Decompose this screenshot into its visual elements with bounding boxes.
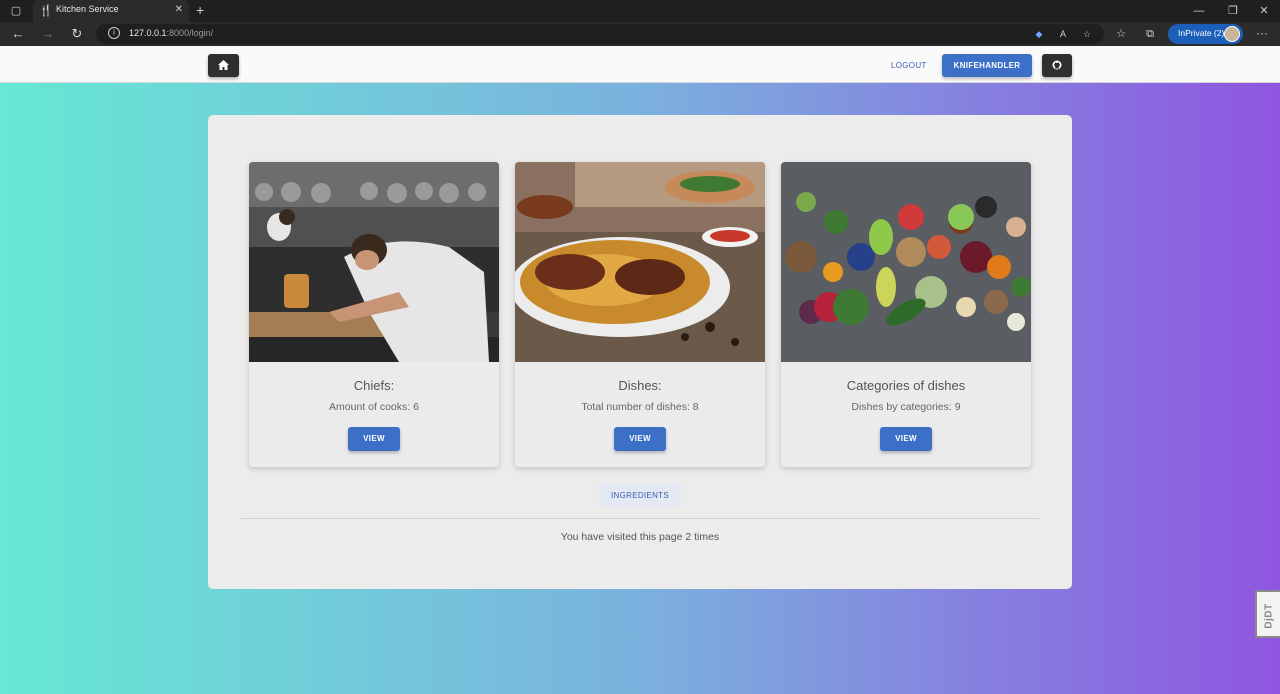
refresh-icon[interactable]: ↻ bbox=[69, 26, 85, 42]
fork-knife-icon: 🍴 bbox=[39, 5, 53, 17]
home-button[interactable] bbox=[208, 54, 239, 77]
main-panel: Chiefs: Amount of cooks: 6 VIEW Dishes: … bbox=[208, 115, 1072, 589]
chiefs-card: Chiefs: Amount of cooks: 6 VIEW bbox=[249, 162, 499, 467]
view-chiefs-button[interactable]: VIEW bbox=[348, 427, 400, 451]
debug-toolbar-handle[interactable]: DjDT bbox=[1255, 590, 1280, 638]
card-title: Categories of dishes bbox=[846, 378, 966, 393]
favorites-icon[interactable]: ☆ bbox=[1113, 26, 1129, 42]
avatar bbox=[1224, 26, 1240, 42]
divider bbox=[241, 518, 1039, 519]
github-button[interactable] bbox=[1042, 54, 1072, 77]
github-icon bbox=[1052, 60, 1062, 70]
tab-close-icon[interactable]: ✕ bbox=[175, 4, 183, 15]
new-tab-icon[interactable]: + bbox=[196, 2, 204, 18]
card-title: Chiefs: bbox=[353, 378, 395, 393]
card-text: Total number of dishes: 8 bbox=[581, 401, 699, 413]
minimize-icon[interactable]: — bbox=[1192, 3, 1206, 19]
browser-tab[interactable]: 🍴 Kitchen Service ✕ bbox=[33, 0, 189, 22]
vegetables-image bbox=[781, 162, 1031, 362]
back-icon[interactable]: ← bbox=[10, 26, 26, 42]
view-categories-button[interactable]: VIEW bbox=[880, 427, 932, 451]
tag-icon[interactable]: ◆ bbox=[1033, 28, 1045, 40]
more-options-icon[interactable]: ··· bbox=[1254, 26, 1270, 42]
card-title: Dishes: bbox=[618, 378, 662, 393]
card-text: Amount of cooks: 6 bbox=[329, 401, 419, 413]
url-text[interactable]: 127.0.0.1:8000/login/ bbox=[129, 28, 213, 38]
forward-icon[interactable]: → bbox=[40, 26, 56, 42]
address-bar[interactable]: i 127.0.0.1:8000/login/ ◆ A ☆ bbox=[96, 24, 1104, 44]
ingredients-button[interactable]: INGREDIENTS bbox=[599, 484, 681, 507]
card-text: Dishes by categories: 9 bbox=[851, 401, 961, 413]
browser-toolbar: ← → ↻ i 127.0.0.1:8000/login/ ◆ A ☆ ☆ ⧉ … bbox=[0, 22, 1280, 46]
close-window-icon[interactable]: ✕ bbox=[1257, 3, 1271, 19]
restore-icon[interactable]: ❐ bbox=[1226, 3, 1240, 19]
debug-toolbar-label: DjDT bbox=[1263, 603, 1275, 629]
dishes-card: Dishes: Total number of dishes: 8 VIEW bbox=[515, 162, 765, 467]
username-button[interactable]: KNIFEHANDLER bbox=[942, 54, 1032, 77]
home-icon bbox=[218, 60, 229, 70]
categories-card: Categories of dishes Dishes by categorie… bbox=[781, 162, 1031, 467]
page-background: LOGOUT KNIFEHANDLER Chiefs: Amount of co… bbox=[0, 46, 1280, 694]
logout-link[interactable]: LOGOUT bbox=[891, 61, 927, 70]
inprivate-label: InPrivate (2) bbox=[1178, 28, 1225, 38]
tab-actions-icon[interactable]: ▢ bbox=[8, 3, 24, 19]
inprivate-badge[interactable]: InPrivate (2) bbox=[1168, 24, 1243, 44]
site-info-icon[interactable]: i bbox=[108, 27, 120, 39]
tab-title: Kitchen Service bbox=[56, 4, 119, 14]
top-navbar: LOGOUT KNIFEHANDLER bbox=[0, 46, 1280, 83]
collections-icon[interactable]: ⧉ bbox=[1142, 26, 1158, 42]
view-dishes-button[interactable]: VIEW bbox=[614, 427, 666, 451]
visit-counter: You have visited this page 2 times bbox=[560, 531, 720, 543]
chefs-kitchen-image bbox=[249, 162, 499, 362]
browser-tab-bar: ▢ 🍴 Kitchen Service ✕ + — ❐ ✕ bbox=[0, 0, 1280, 22]
favorite-add-icon[interactable]: ☆ bbox=[1081, 28, 1093, 40]
dish-image bbox=[515, 162, 765, 362]
read-aloud-icon[interactable]: A bbox=[1057, 28, 1069, 40]
